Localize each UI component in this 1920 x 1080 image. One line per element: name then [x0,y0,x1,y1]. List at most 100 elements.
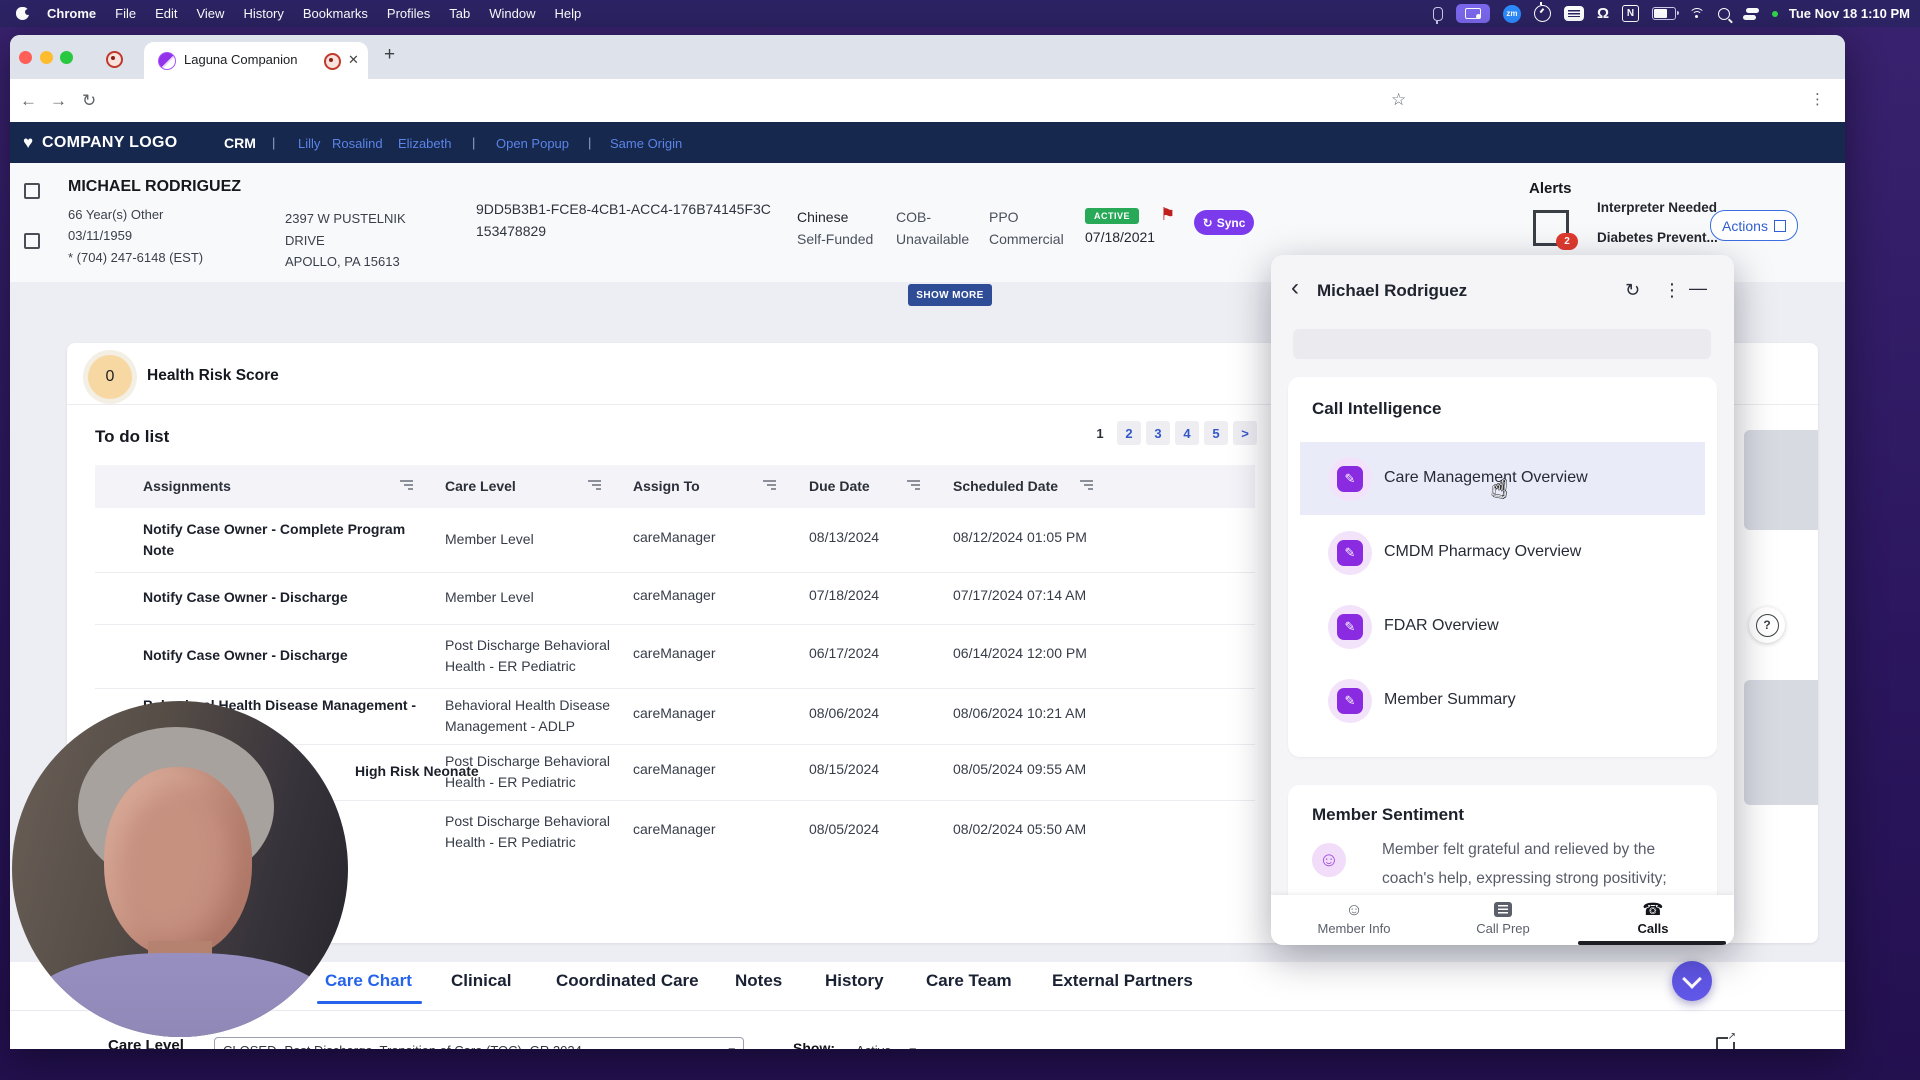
nav-link-same-origin[interactable]: Same Origin [610,136,682,151]
cell-care-level: Post Discharge Behavioral Health - ER Pe… [445,811,617,853]
menu-history[interactable]: History [243,6,283,21]
divider: | [272,135,275,150]
apple-icon[interactable] [16,7,29,20]
browser-tab[interactable]: Laguna Companion ✕ [144,42,368,79]
filter-icon[interactable] [400,480,413,490]
status-date: 07/18/2021 [1085,229,1155,245]
panel-title: Michael Rodriguez [1317,281,1467,301]
panel-tab-call-prep[interactable]: Call Prep [1443,900,1563,936]
forward-icon[interactable]: → [50,91,67,111]
tab-clinical[interactable]: Clinical [451,971,511,991]
page-2[interactable]: 2 [1117,421,1141,445]
panel-tab-member-info[interactable]: ☺ Member Info [1294,900,1414,936]
page-1[interactable]: 1 [1088,421,1112,445]
menu-view[interactable]: View [196,6,224,21]
menu-tab[interactable]: Tab [449,6,470,21]
checkbox[interactable] [24,233,40,249]
show-filter-dropdown[interactable]: Active▾ [848,1037,924,1049]
nav-link-elizabeth[interactable]: Elizabeth [398,136,451,151]
nav-link-rosalind[interactable]: Rosalind [332,136,383,151]
menu-file[interactable]: File [115,6,136,21]
kebab-menu-icon[interactable]: ⋮ [1663,280,1681,301]
menu-edit[interactable]: Edit [155,6,177,21]
macos-menu-bar: Chrome File Edit View History Bookmarks … [0,0,1920,27]
mouse-pointer-cursor: ☝ [1490,473,1508,504]
minimize-panel-icon[interactable]: — [1689,278,1707,299]
menu-bookmarks[interactable]: Bookmarks [303,6,368,21]
panel-item-fdar-overview[interactable]: ✎ FDAR Overview [1288,590,1717,663]
menu-window[interactable]: Window [489,6,535,21]
nav-link-lilly[interactable]: Lilly [298,136,320,151]
close-window-button[interactable] [19,51,32,64]
table-row[interactable]: Notify Case Owner - Discharge Post Disch… [95,624,1255,689]
care-level-dropdown[interactable]: CLOSED- Post Discharge, Transition of Ca… [214,1037,744,1049]
cell-due-date: 07/18/2024 [809,587,879,603]
back-chevron-icon[interactable]: ‹ [1291,278,1299,298]
notion-icon[interactable]: N [1622,5,1639,22]
menu-chrome[interactable]: Chrome [47,6,96,21]
page-4[interactable]: 4 [1175,421,1199,445]
tab-notes[interactable]: Notes [735,971,782,991]
flag-icon[interactable]: ⚑ [1160,205,1175,225]
actions-button[interactable]: Actions [1710,210,1798,241]
timer-icon[interactable] [1534,5,1551,22]
page-3[interactable]: 3 [1146,421,1170,445]
menu-profiles[interactable]: Profiles [387,6,430,21]
filter-icon[interactable] [1080,480,1093,490]
ring-app-icon[interactable]: Ω [1597,5,1609,22]
minimize-window-button[interactable] [40,51,53,64]
cell-assignment: Notify Case Owner - Discharge [143,587,435,608]
scroll-down-fab[interactable] [1672,961,1712,1001]
microphone-icon[interactable] [1433,7,1443,21]
company-logo-icon: ♥ [23,133,33,153]
crm-header: ♥ COMPANY LOGO CRM | Lilly Rosalind Eliz… [10,122,1845,163]
table-row[interactable]: Notify Case Owner - Discharge Member Lev… [95,572,1255,625]
cell-scheduled: 08/05/2024 09:55 AM [953,761,1086,777]
help-button[interactable]: ? [1749,607,1785,643]
alerts-checkbox-icon[interactable]: 2 [1533,210,1569,246]
tab-care-chart[interactable]: Care Chart [325,971,412,991]
alert-item-2: Diabetes Prevent... [1597,230,1718,245]
spotlight-search-icon[interactable] [1718,8,1730,20]
export-icon[interactable] [1716,1037,1735,1049]
panel-item-cmdm-pharmacy-overview[interactable]: ✎ CMDM Pharmacy Overview [1288,516,1717,589]
filter-icon[interactable] [588,480,601,490]
tab-close-icon[interactable]: ✕ [348,52,359,68]
panel-item-label: CMDM Pharmacy Overview [1384,543,1581,561]
sync-button[interactable]: ↻Sync [1194,210,1254,235]
tab-coordinated-care[interactable]: Coordinated Care [556,971,699,991]
battery-icon[interactable] [1652,7,1676,20]
zoom-window-button[interactable] [60,51,73,64]
menu-help[interactable]: Help [555,6,582,21]
page-5[interactable]: 5 [1204,421,1228,445]
page-next[interactable]: > [1233,421,1257,445]
reload-icon[interactable]: ↻ [82,91,96,111]
checkbox[interactable] [24,183,40,199]
back-icon[interactable]: ← [20,91,37,111]
tab-care-team[interactable]: Care Team [926,971,1012,991]
bookmark-star-icon[interactable]: ☆ [1391,90,1406,110]
person-face [104,767,252,957]
filter-icon[interactable] [907,480,920,490]
refresh-icon[interactable]: ↻ [1625,280,1640,301]
show-more-button[interactable]: SHOW MORE [908,284,992,306]
grid-menu-icon[interactable] [1564,6,1584,21]
chevron-down-icon [1682,969,1702,989]
panel-item-member-summary[interactable]: ✎ Member Summary [1288,664,1717,737]
person-sweater [26,953,334,1037]
filter-icon[interactable] [763,480,776,490]
nav-link-open-popup[interactable]: Open Popup [496,136,569,151]
wifi-icon[interactable] [1689,8,1705,20]
browser-menu-kebab-icon[interactable]: ⋮ [1810,90,1825,108]
tab-history[interactable]: History [825,971,884,991]
screen-share-icon[interactable] [1456,4,1490,23]
table-row[interactable]: Notify Case Owner - Complete Program Not… [95,508,1255,573]
new-tab-button[interactable]: + [384,44,395,66]
menu-bar-clock[interactable]: Tue Nov 18 1:10 PM [1789,0,1910,27]
control-center-icon[interactable] [1743,8,1759,20]
cell-scheduled: 08/02/2024 05:50 AM [953,821,1086,837]
panel-tab-calls[interactable]: ☎ Calls [1593,900,1713,936]
zoom-app-icon[interactable]: zm [1503,5,1521,23]
tab-external-partners[interactable]: External Partners [1052,971,1193,991]
active-panel-tab-underline [1578,941,1726,945]
